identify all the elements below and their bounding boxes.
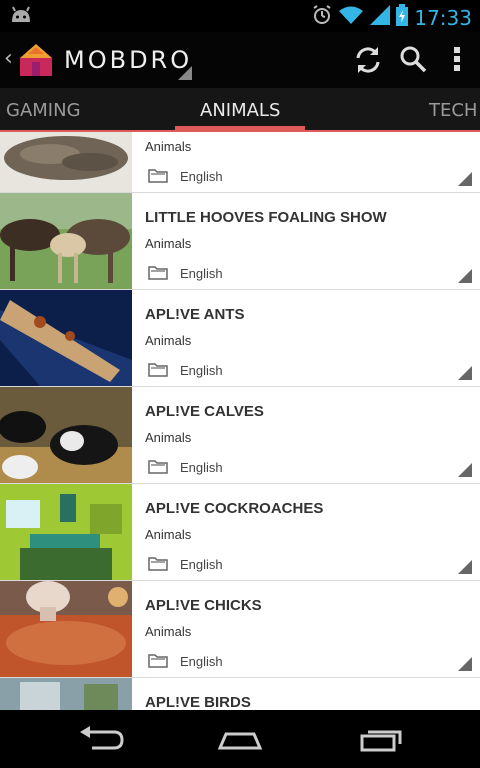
list-item[interactable]: APL!VE ANTS Animals English	[0, 290, 480, 387]
category-label: Animals	[145, 236, 192, 251]
title-dropdown-caret-icon[interactable]	[178, 66, 192, 80]
item-menu-corner-icon[interactable]	[458, 560, 472, 574]
thumbnail	[0, 484, 132, 580]
folder-icon	[148, 458, 168, 479]
thumbnail	[0, 678, 132, 710]
battery-icon	[396, 4, 409, 31]
stream-title: LITTLE HOOVES FOALING SHOW	[145, 209, 387, 226]
alarm-icon	[312, 4, 332, 31]
signal-icon	[370, 5, 391, 30]
action-bar: ‹ MOBDRO	[0, 32, 480, 88]
folder-icon	[148, 361, 168, 382]
list-item[interactable]: Animals English	[0, 132, 480, 193]
language-label: English	[180, 460, 223, 475]
app-title[interactable]: MOBDRO	[64, 46, 192, 74]
overflow-menu-icon[interactable]	[452, 44, 462, 79]
stream-title: APL!VE ANTS	[145, 306, 245, 323]
category-label: Animals	[145, 624, 192, 639]
thumbnail	[0, 581, 132, 677]
thumbnail	[0, 193, 132, 289]
item-menu-corner-icon[interactable]	[458, 657, 472, 671]
item-menu-corner-icon[interactable]	[458, 172, 472, 186]
thumbnail	[0, 387, 132, 483]
list-item[interactable]: APL!VE CHICKS Animals English	[0, 581, 480, 678]
list-item[interactable]: APL!VE CALVES Animals English	[0, 387, 480, 484]
back-icon[interactable]	[78, 726, 124, 757]
thumbnail	[0, 132, 132, 192]
home-icon[interactable]	[216, 726, 264, 757]
category-label: Animals	[145, 527, 192, 542]
tab-gaming[interactable]: GAMING	[6, 100, 81, 121]
stream-title: APL!VE CALVES	[145, 403, 264, 420]
status-bar: 17:33	[0, 0, 480, 32]
list-item[interactable]: LITTLE HOOVES FOALING SHOW Animals Engli…	[0, 193, 480, 290]
navigation-bar	[0, 710, 480, 768]
list-item[interactable]: APL!VE BIRDS	[0, 678, 480, 710]
folder-icon	[148, 652, 168, 673]
stream-title: APL!VE COCKROACHES	[145, 500, 324, 517]
category-label: Animals	[145, 139, 192, 154]
search-icon[interactable]	[398, 44, 428, 79]
tab-animals[interactable]: ANIMALS	[200, 100, 280, 121]
language-label: English	[180, 266, 223, 281]
wifi-icon	[338, 5, 364, 30]
item-menu-corner-icon[interactable]	[458, 269, 472, 283]
item-menu-corner-icon[interactable]	[458, 366, 472, 380]
item-menu-corner-icon[interactable]	[458, 463, 472, 477]
recent-apps-icon[interactable]	[358, 726, 406, 757]
folder-icon	[148, 555, 168, 576]
android-icon	[10, 6, 32, 29]
category-label: Animals	[145, 333, 192, 348]
language-label: English	[180, 557, 223, 572]
list-item[interactable]: APL!VE COCKROACHES Animals English	[0, 484, 480, 581]
tab-tech[interactable]: TECH	[429, 100, 477, 121]
stream-title: APL!VE CHICKS	[145, 597, 262, 614]
thumbnail	[0, 290, 132, 386]
stream-list: Animals English LITTLE HOOVES FOALING SH…	[0, 132, 480, 710]
mobdro-logo[interactable]	[18, 42, 54, 83]
refresh-icon[interactable]	[352, 44, 384, 81]
folder-icon	[148, 167, 168, 188]
stream-title: APL!VE BIRDS	[145, 694, 251, 710]
language-label: English	[180, 654, 223, 669]
folder-icon	[148, 264, 168, 285]
language-label: English	[180, 169, 223, 184]
language-label: English	[180, 363, 223, 378]
category-label: Animals	[145, 430, 192, 445]
category-tabs: GAMING ANIMALS TECH	[0, 88, 480, 132]
status-time: 17:33	[414, 5, 472, 30]
chevron-left-icon[interactable]: ‹	[4, 46, 13, 71]
